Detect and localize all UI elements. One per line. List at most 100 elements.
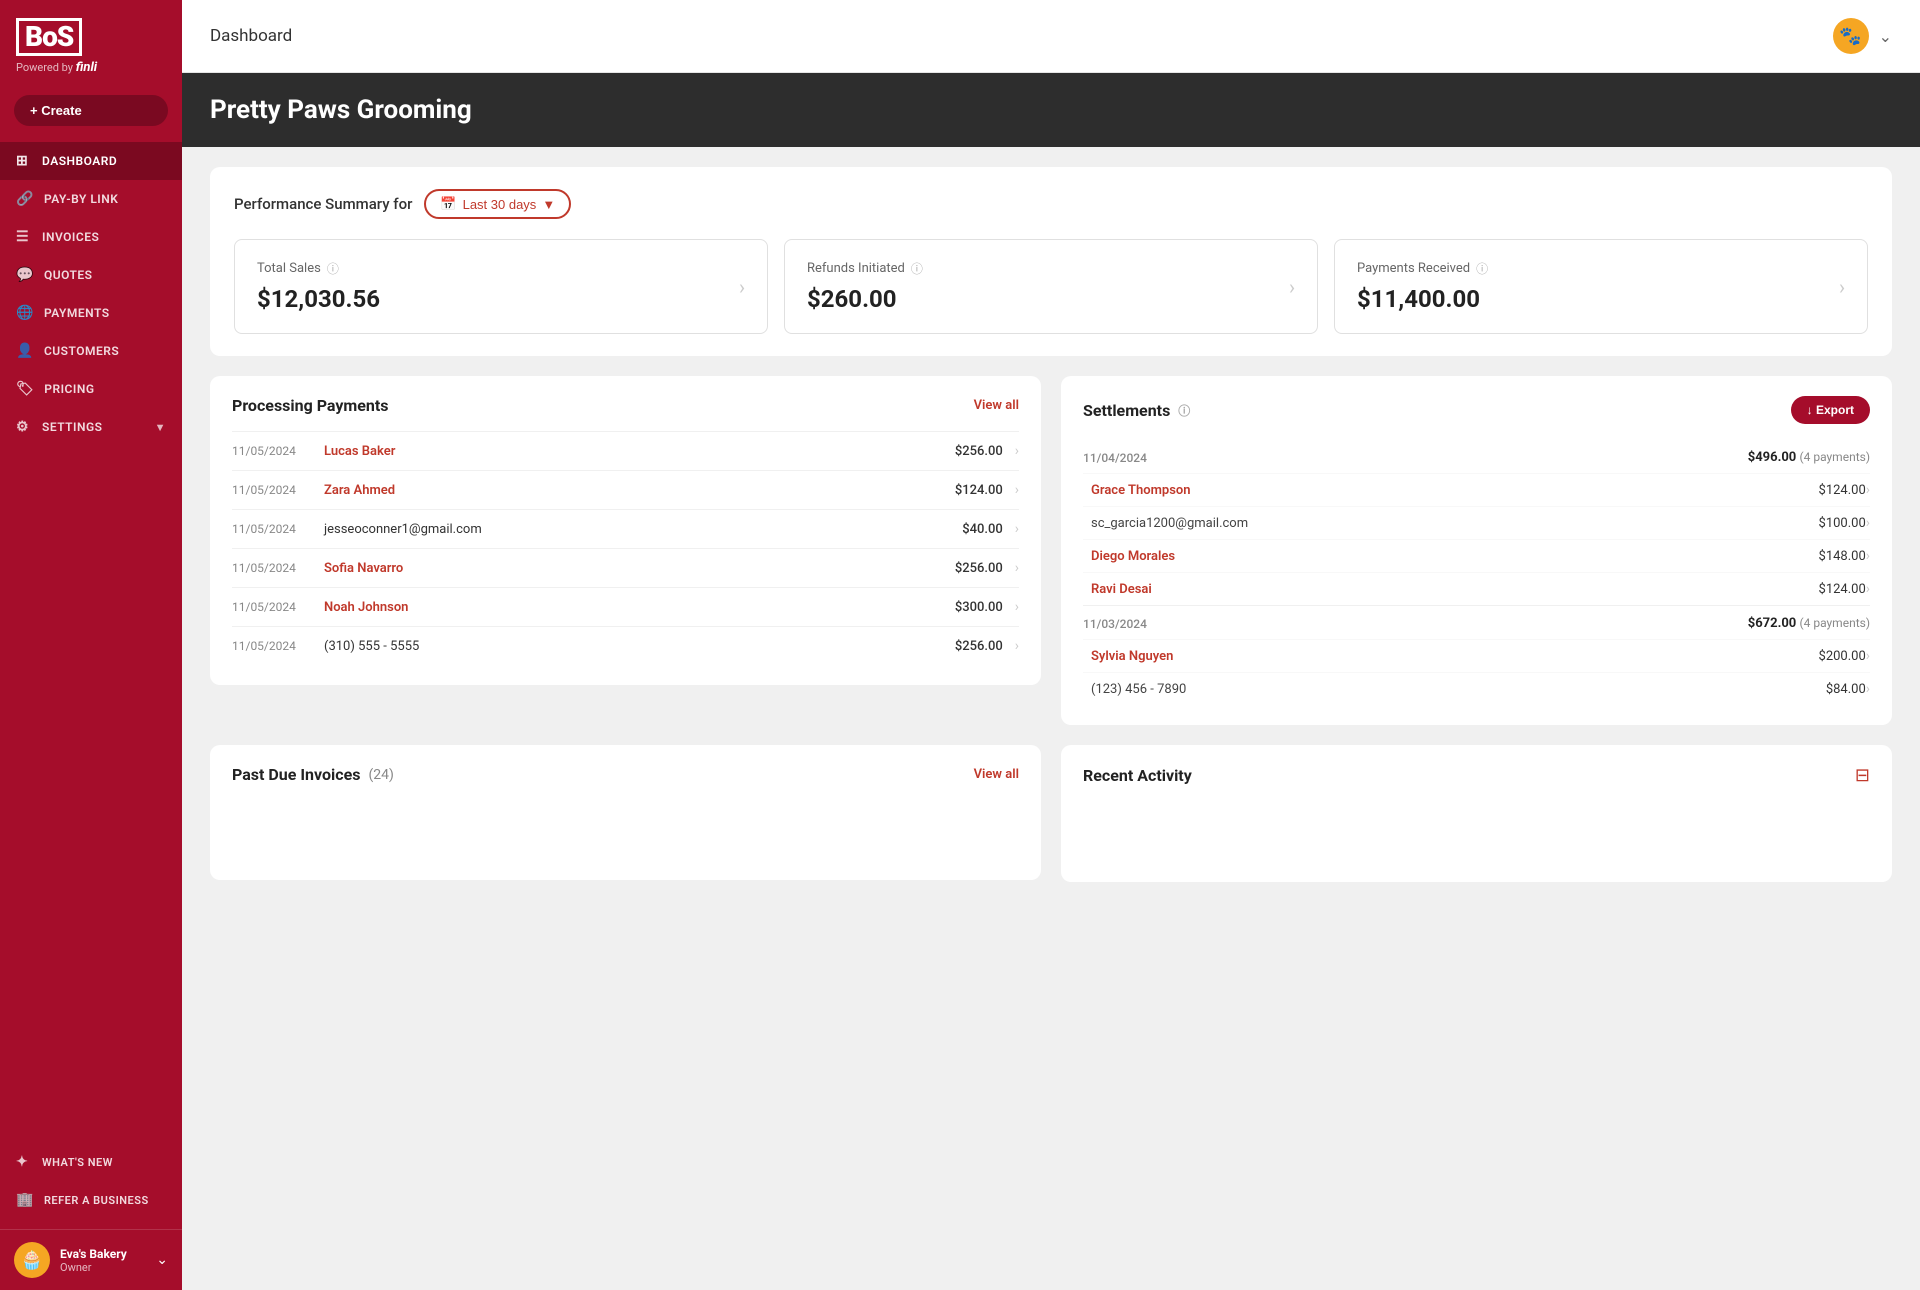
performance-label: Performance Summary for [234,195,412,213]
payment-name[interactable]: Zara Ahmed [324,483,931,498]
past-due-invoices-content [232,800,1019,860]
customers-icon: 👤 [16,343,34,359]
payment-date: 11/05/2024 [232,561,312,575]
processing-payments-header: Processing Payments View all [232,396,1019,415]
payment-date: 11/05/2024 [232,483,312,497]
col-right-bottom: Recent Activity ⊟ [1061,745,1892,882]
sidebar-item-settings[interactable]: ⚙ SETTINGS ▼ [0,408,182,446]
settlement-amount: $100.00 [1796,516,1866,531]
table-row: Ravi Desai $124.00 › [1083,572,1870,605]
topbar-right: 🐾 ⌄ [1833,18,1892,54]
settlement-name[interactable]: Diego Morales [1091,549,1796,564]
refunds-info-icon: ⓘ [911,260,923,277]
settlements-header: Settlements ⓘ ↓ Export [1083,396,1870,424]
user-profile[interactable]: 🧁 Eva's Bakery Owner ⌄ [0,1229,182,1290]
col-left-bottom: Past Due Invoices (24) View all [210,745,1041,882]
sidebar-item-dashboard[interactable]: ⊞ DASHBOARD [0,142,182,180]
create-button[interactable]: + Create [14,95,168,126]
link-icon: 🔗 [16,191,34,207]
payment-name[interactable]: Lucas Baker [324,444,931,459]
date-filter-button[interactable]: 📅 Last 30 days ▼ [424,189,571,219]
user-name: Eva's Bakery [60,1247,146,1261]
refunds-arrow-icon[interactable]: › [1289,275,1295,299]
row-arrow-icon[interactable]: › [1866,515,1870,531]
settlement-name[interactable]: Ravi Desai [1091,582,1796,597]
sidebar-item-invoices[interactable]: ☰ INVOICES [0,218,182,256]
metrics-row: Total Sales ⓘ $12,030.56 › Refunds Initi… [234,239,1868,334]
processing-payments-list: 11/05/2024 Lucas Baker $256.00 › 11/05/2… [232,431,1019,665]
row-arrow-icon[interactable]: › [1015,638,1019,654]
settings-chevron-icon: ▼ [155,421,166,434]
sidebar-item-payments[interactable]: 🌐 PAYMENTS [0,294,182,332]
past-due-invoices-view-all[interactable]: View all [974,767,1019,782]
payments-received-arrow-icon[interactable]: › [1839,275,1845,299]
table-row: 11/05/2024 (310) 555 - 5555 $256.00 › [232,626,1019,665]
settlements-title: Settlements ⓘ [1083,401,1190,420]
row-arrow-icon[interactable]: › [1015,560,1019,576]
topbar-chevron-icon[interactable]: ⌄ [1879,27,1892,46]
sidebar-bottom-nav: ✦ WHAT'S NEW 🏢 REFER A BUSINESS [0,1133,182,1229]
settlement-group-total: $496.00 (4 payments) [1748,450,1870,465]
row-arrow-icon[interactable]: › [1015,482,1019,498]
payment-name: (310) 555 - 5555 [324,639,931,654]
past-due-invoices-panel: Past Due Invoices (24) View all [210,745,1041,880]
paw-button[interactable]: 🐾 [1833,18,1869,54]
row-arrow-icon[interactable]: › [1866,548,1870,564]
table-row: 11/05/2024 Noah Johnson $300.00 › [232,587,1019,626]
row-arrow-icon[interactable]: › [1866,482,1870,498]
row-arrow-icon[interactable]: › [1866,648,1870,664]
sidebar-item-pay-by-link[interactable]: 🔗 PAY-BY LINK [0,180,182,218]
row-arrow-icon[interactable]: › [1866,681,1870,697]
payment-amount: $256.00 [943,444,1003,459]
recent-activity-header: Recent Activity ⊟ [1083,765,1870,786]
refer-icon: 🏢 [16,1192,34,1208]
payments-received-value: $11,400.00 [1357,285,1488,313]
row-arrow-icon[interactable]: › [1015,521,1019,537]
export-button[interactable]: ↓ Export [1791,396,1870,424]
payment-name[interactable]: Sofia Navarro [324,561,931,576]
filter-icon[interactable]: ⊟ [1855,765,1870,786]
table-row: Grace Thompson $124.00 › [1083,473,1870,506]
bos-logo: BoS [16,18,82,56]
performance-header: Performance Summary for 📅 Last 30 days ▼ [234,189,1868,219]
payment-date: 11/05/2024 [232,444,312,458]
table-row: Sylvia Nguyen $200.00 › [1083,639,1870,672]
settlement-amount: $200.00 [1796,649,1866,664]
sidebar-item-whats-new[interactable]: ✦ WHAT'S NEW [0,1143,182,1181]
calendar-icon: 📅 [440,196,456,212]
avatar: 🧁 [14,1242,50,1278]
payment-date: 11/05/2024 [232,600,312,614]
settlements-panel: Settlements ⓘ ↓ Export 11/04/2024 $496.0… [1061,376,1892,725]
refunds-value: $260.00 [807,285,923,313]
settlement-name[interactable]: Sylvia Nguyen [1091,649,1796,664]
recent-activity-content [1083,802,1870,862]
payment-name[interactable]: Noah Johnson [324,600,931,615]
sidebar-logo-area: BoS Powered by finli [0,0,182,85]
sidebar-item-customers[interactable]: 👤 CUSTOMERS [0,332,182,370]
pricing-icon: 🏷 [16,381,34,397]
metric-refunds: Refunds Initiated ⓘ $260.00 › [784,239,1318,334]
total-sales-arrow-icon[interactable]: › [739,275,745,299]
settlement-name: sc_garcia1200@gmail.com [1091,516,1796,531]
payments-received-info-icon: ⓘ [1476,260,1488,277]
table-row: 11/05/2024 Zara Ahmed $124.00 › [232,470,1019,509]
past-due-invoices-header: Past Due Invoices (24) View all [232,765,1019,784]
processing-payments-view-all[interactable]: View all [974,398,1019,413]
total-sales-info-icon: ⓘ [327,260,339,277]
metric-payments-received: Payments Received ⓘ $11,400.00 › [1334,239,1868,334]
row-arrow-icon[interactable]: › [1015,599,1019,615]
settlement-name[interactable]: Grace Thompson [1091,483,1796,498]
sidebar-item-quotes[interactable]: 💬 QUOTES [0,256,182,294]
row-arrow-icon[interactable]: › [1866,581,1870,597]
payment-amount: $124.00 [943,483,1003,498]
content-area: Performance Summary for 📅 Last 30 days ▼… [182,147,1920,1290]
col-left: Processing Payments View all 11/05/2024 … [210,376,1041,725]
whats-new-icon: ✦ [16,1154,32,1170]
row-arrow-icon[interactable]: › [1015,443,1019,459]
settlement-amount: $124.00 [1796,582,1866,597]
page-title: Dashboard [210,26,292,46]
sidebar-item-pricing[interactable]: 🏷 PRICING [0,370,182,408]
sidebar-item-refer-a-business[interactable]: 🏢 REFER A BUSINESS [0,1181,182,1219]
processing-payments-panel: Processing Payments View all 11/05/2024 … [210,376,1041,685]
table-row: Diego Morales $148.00 › [1083,539,1870,572]
